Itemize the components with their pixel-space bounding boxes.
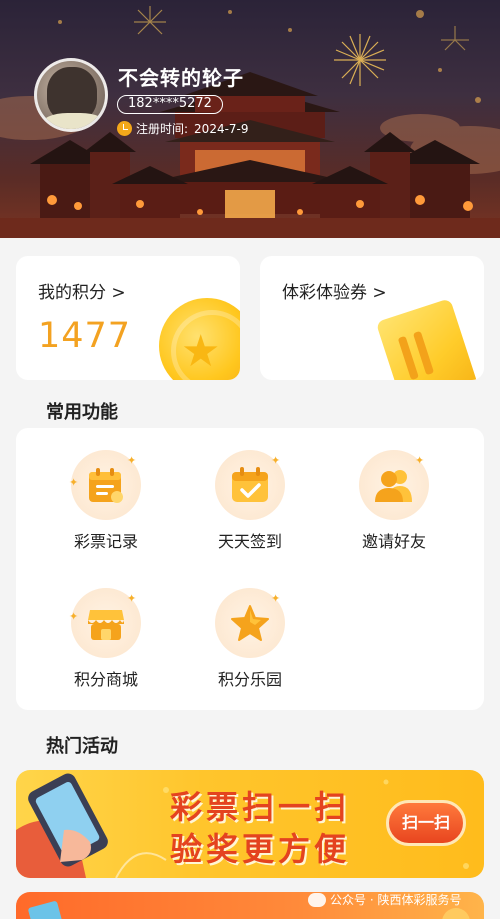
avatar[interactable] — [34, 58, 108, 132]
hot-activities-title: 热门活动 — [46, 736, 118, 757]
func-label: 天天签到 — [217, 532, 282, 551]
watermark-text: 公众号 · 陕西体彩服务号 — [330, 893, 462, 907]
ticket-icon — [375, 298, 479, 380]
sparkle-icon: ✦ — [271, 454, 281, 467]
banner-headline-2: 验奖更方便 — [170, 830, 351, 868]
func-label: 积分商城 — [73, 670, 138, 689]
ticket-record-icon: ✦ ✦ — [69, 450, 141, 520]
phone-badge: 182****5272 — [117, 95, 223, 114]
func-label: 邀请好友 — [361, 532, 426, 551]
register-date: 2024-7-9 — [194, 121, 249, 136]
document-glyph — [89, 468, 123, 503]
banner-headline-1: 彩票扫一扫 — [170, 788, 351, 826]
store-glyph — [88, 610, 124, 640]
sparkle-icon: ✦ — [127, 454, 137, 467]
sparkle-icon: ✦ — [69, 610, 79, 623]
invite-friends-icon: ✦ — [359, 450, 429, 520]
scan-ticket-banner[interactable]: 彩票扫一扫 验奖更方便 扫一扫 — [16, 770, 484, 878]
coin-icon: ★ — [159, 298, 240, 380]
people-glyph — [375, 470, 412, 502]
shop-icon: ✦ ✦ — [69, 588, 141, 658]
wechat-icon — [308, 892, 326, 907]
register-label: 注册时间: — [136, 122, 189, 136]
common-functions-panel: ✦ ✦ 彩票记录 ✦ 天天签到 ✦ 邀请好友 ✦ ✦ 积分商城 ✦ 积分乐园 — [16, 428, 484, 710]
star-glyph — [231, 605, 269, 641]
calendar-checkin-icon: ✦ — [215, 450, 285, 520]
func-item-daily-checkin[interactable]: ✦ 天天签到 — [180, 450, 320, 552]
coin-star-icon: ★ — [181, 326, 221, 377]
points-value: 1477 — [38, 316, 132, 356]
watermark: 公众号 · 陕西体彩服务号 — [308, 891, 461, 908]
coupon-card[interactable]: 体彩体验券 > — [260, 256, 484, 380]
func-item-ticket-record[interactable]: ✦ ✦ 彩票记录 — [36, 450, 176, 552]
username: 不会转的轮子 — [118, 66, 244, 90]
func-label: 彩票记录 — [73, 532, 138, 551]
clock-icon — [117, 121, 132, 136]
sparkle-icon: ✦ — [415, 454, 425, 467]
func-item-points-park[interactable]: ✦ 积分乐园 — [180, 588, 320, 690]
star-icon: ✦ — [215, 588, 285, 658]
sparkle-icon: ✦ — [271, 592, 281, 605]
phone-in-hand-icon — [16, 773, 108, 878]
register-info: 注册时间: 2024-7-9 — [117, 120, 249, 137]
sparkle-icon: ✦ — [69, 476, 79, 489]
points-title: 我的积分 > — [38, 283, 126, 303]
sparkle-icon: ✦ — [127, 592, 137, 605]
scan-button[interactable]: 扫一扫 — [386, 800, 466, 846]
func-label: 积分乐园 — [217, 670, 282, 689]
func-item-invite-friends[interactable]: ✦ 邀请好友 — [324, 450, 464, 552]
profile-header: 不会转的轮子 182****5272 注册时间: 2024-7-9 — [0, 0, 500, 238]
points-card[interactable]: 我的积分 > 1477 ★ — [16, 256, 240, 380]
func-item-points-shop[interactable]: ✦ ✦ 积分商城 — [36, 588, 176, 690]
calendar-glyph — [232, 467, 268, 502]
common-functions-title: 常用功能 — [46, 402, 118, 423]
coupon-title: 体彩体验券 > — [282, 283, 387, 303]
